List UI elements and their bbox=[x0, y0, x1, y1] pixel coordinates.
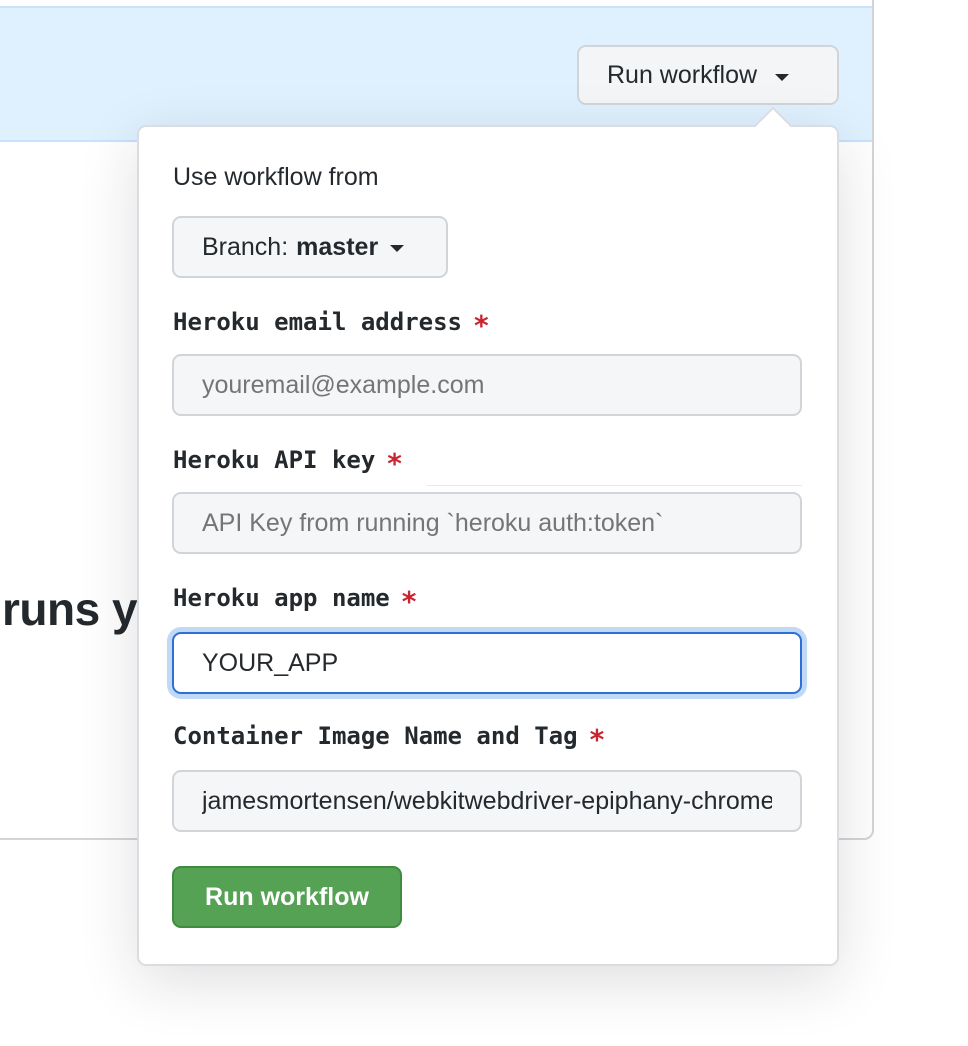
heroku-email-label-text: Heroku email address bbox=[173, 307, 462, 336]
required-asterisk: * bbox=[473, 309, 489, 342]
heroku-app-name-input[interactable] bbox=[172, 632, 802, 694]
heroku-email-input[interactable] bbox=[172, 354, 802, 416]
branch-name: master bbox=[296, 232, 379, 261]
background-heading: runs y bbox=[2, 583, 138, 635]
heroku-api-key-label: Heroku API key * bbox=[173, 443, 402, 481]
caret-down-icon bbox=[775, 73, 790, 81]
run-workflow-trigger-label: Run workflow bbox=[607, 60, 758, 89]
caret-down-icon bbox=[390, 244, 405, 252]
required-asterisk: * bbox=[401, 585, 417, 618]
heroku-email-label: Heroku email address * bbox=[173, 305, 489, 343]
branch-select-button[interactable]: Branch: master bbox=[172, 216, 448, 278]
divider bbox=[427, 485, 802, 486]
heroku-app-name-label-text: Heroku app name bbox=[173, 583, 390, 612]
container-image-input[interactable] bbox=[172, 770, 802, 832]
run-workflow-submit-button[interactable]: Run workflow bbox=[172, 866, 402, 928]
container-image-label: Container Image Name and Tag * bbox=[173, 719, 604, 757]
required-asterisk: * bbox=[589, 723, 605, 756]
heroku-api-key-input[interactable] bbox=[172, 492, 802, 554]
container-image-label-text: Container Image Name and Tag bbox=[173, 721, 578, 750]
page: runs y Run workflow Use workflow from Br… bbox=[0, 0, 968, 1046]
use-workflow-from-label: Use workflow from bbox=[173, 163, 379, 191]
run-workflow-form: Use workflow from Branch: master Heroku … bbox=[137, 125, 839, 966]
heroku-api-key-label-text: Heroku API key bbox=[173, 445, 376, 474]
run-workflow-dropdown-button[interactable]: Run workflow bbox=[577, 45, 839, 105]
heroku-app-name-label: Heroku app name * bbox=[173, 581, 416, 619]
branch-prefix: Branch: bbox=[202, 232, 289, 261]
required-asterisk: * bbox=[387, 447, 402, 480]
